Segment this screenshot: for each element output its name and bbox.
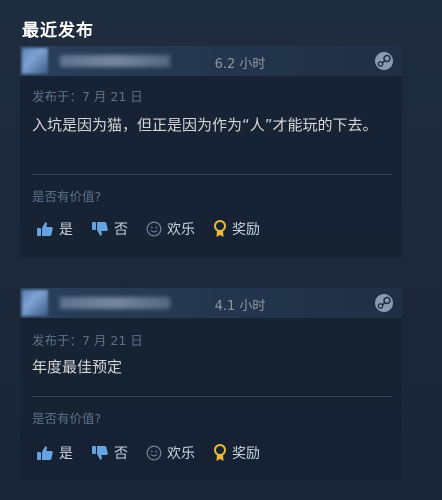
thumbs-up-icon — [37, 446, 53, 460]
vote-funny-label: 欢乐 — [167, 446, 195, 462]
review-text: 入坑是因为猫，但正是因为作为“人”才能玩的下去。 — [32, 116, 378, 134]
thumbs-down-icon — [92, 446, 108, 460]
section-title: 最近发布 — [22, 21, 94, 41]
vote-yes-button[interactable]: 是 — [36, 219, 73, 239]
review-card: 4.1 小时 发布于：7 月 21 日 年度最佳预定 是否有价值? 是 否 欢乐… — [20, 288, 402, 480]
username-blurred[interactable] — [60, 297, 170, 309]
divider — [32, 396, 392, 397]
divider — [32, 174, 392, 175]
steam-icon — [375, 52, 393, 70]
award-label: 奖励 — [232, 222, 260, 238]
posted-date: 发布于：7 月 21 日 — [32, 333, 143, 348]
review-text: 年度最佳预定 — [32, 358, 123, 376]
vote-row: 是 否 欢乐 奖励 — [36, 442, 278, 464]
vote-yes-label: 是 — [59, 446, 73, 462]
vote-row: 是 否 欢乐 奖励 — [36, 218, 278, 240]
username-blurred[interactable] — [60, 55, 170, 67]
review-header[interactable]: 6.2 小时 — [20, 46, 402, 76]
award-icon — [214, 444, 226, 461]
smiley-icon — [146, 445, 162, 461]
vote-funny-label: 欢乐 — [167, 222, 195, 238]
thumbs-up-icon — [37, 222, 53, 236]
vote-yes-button[interactable]: 是 — [36, 443, 73, 463]
award-label: 奖励 — [232, 446, 260, 462]
smiley-icon — [146, 221, 162, 237]
award-button[interactable]: 奖励 — [213, 443, 260, 463]
vote-funny-button[interactable]: 欢乐 — [146, 219, 195, 239]
recent-reviews-page: 最近发布 6.2 小时 发布于：7 月 21 日 入坑是因为猫，但正是因为作为“… — [0, 0, 442, 500]
vote-no-label: 否 — [114, 222, 128, 238]
review-header[interactable]: 4.1 小时 — [20, 288, 402, 318]
review-card: 6.2 小时 发布于：7 月 21 日 入坑是因为猫，但正是因为作为“人”才能玩… — [20, 46, 402, 258]
steam-icon — [375, 294, 393, 312]
helpful-question: 是否有价值? — [32, 189, 102, 204]
award-button[interactable]: 奖励 — [213, 219, 260, 239]
avatar[interactable] — [22, 290, 48, 316]
vote-no-button[interactable]: 否 — [91, 219, 128, 239]
thumbs-down-icon — [92, 222, 108, 236]
helpful-question: 是否有价值? — [32, 411, 102, 426]
vote-no-label: 否 — [114, 446, 128, 462]
avatar[interactable] — [22, 48, 48, 74]
playtime-hours: 6.2 小时 — [214, 57, 266, 72]
posted-date: 发布于：7 月 21 日 — [32, 89, 143, 104]
vote-no-button[interactable]: 否 — [91, 443, 128, 463]
vote-funny-button[interactable]: 欢乐 — [146, 443, 195, 463]
playtime-hours: 4.1 小时 — [214, 299, 266, 314]
award-icon — [214, 220, 226, 237]
vote-yes-label: 是 — [59, 222, 73, 238]
